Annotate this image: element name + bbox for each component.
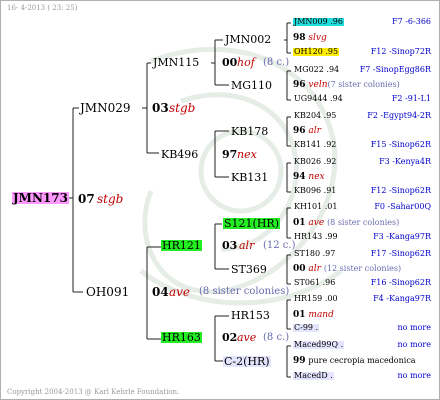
gen2-a-year: 00 <box>222 56 238 69</box>
gen3-b2-breeder: nex <box>308 172 325 182</box>
gen4-reference: F3 -Kanga97R <box>373 232 431 241</box>
dam-colony-id[interactable]: OH091 <box>86 286 129 298</box>
gen3-c1-colony-id[interactable]: S121(HR) <box>223 218 280 229</box>
gen3-c2-year: 00 <box>293 264 306 274</box>
gen3-d1-breeder: mand <box>308 310 334 320</box>
dam-year: 04 <box>152 285 169 299</box>
gen3-b2-colony-id[interactable]: KB131 <box>231 172 268 183</box>
gen2-b-colony-id[interactable]: KB496 <box>161 149 198 160</box>
gen4-reference: no more <box>397 323 431 332</box>
gen4-reference: F16 -Sinop62R <box>370 278 431 287</box>
gen4-colony-id[interactable]: KB026 .92 <box>293 158 337 166</box>
sire-colony-id[interactable]: JMN029 <box>80 102 131 114</box>
gen4-reference: F12 -Sinop62R <box>370 186 431 195</box>
gen2-d-note: (8 c.) <box>263 332 290 343</box>
dam-sister-note: (8 sister colonies) <box>199 286 290 297</box>
gen4-reference: F2 -Egypt94-2R <box>367 111 431 120</box>
root-colony-id[interactable]: JMN173 <box>12 192 69 204</box>
gen3-d2-colony-id[interactable]: C-2(HR) <box>223 356 271 367</box>
gen4-colony-id[interactable]: Maced99Q . <box>293 341 345 349</box>
gen4-colony-id[interactable]: KB141 .92 <box>293 141 337 149</box>
gen2-c-breeder: alr <box>239 239 255 252</box>
gen4-reference: F4 -Kanga97R <box>373 294 431 303</box>
gen4-reference: F3 -Kenya4R <box>379 157 431 166</box>
gen3-d1-year: 01 <box>293 310 306 320</box>
gen3-c2-breeder: alr <box>308 264 321 274</box>
gen4-colony-id[interactable]: ST061 .96 <box>293 279 336 287</box>
gen4-colony-id[interactable]: MG022 .94 <box>293 66 340 74</box>
gen3-b1-year: 96 <box>293 126 306 136</box>
gen4-reference: F7 -SinopEgg86R <box>359 65 431 74</box>
gen4-colony-id[interactable]: KB204 .95 <box>293 112 337 120</box>
gen4-colony-id[interactable]: JMN009 .96 <box>293 18 344 26</box>
gen2-a-note: (8 c.) <box>263 57 290 68</box>
gen3-c1-note: (8 sister colonies) <box>327 218 400 227</box>
gen3-c2-note: (12 sister colonies) <box>323 264 402 273</box>
gen2-c-year: 03 <box>222 239 238 252</box>
gen3-a1-breeder: slvg <box>308 33 327 43</box>
gen3-c1-breeder: ave <box>308 218 325 228</box>
gen2-d-colony-id[interactable]: HR163 <box>161 332 202 343</box>
gen4-reference: F2 -91-L1 <box>391 94 431 103</box>
gen3-a1-colony-id[interactable]: JMN002 <box>225 34 271 45</box>
gen2-c-colony-id[interactable]: HR121 <box>161 240 202 251</box>
gen3-b1-colony-id[interactable]: KB178 <box>231 126 268 137</box>
gen4-reference: F17 -Sinop62R <box>370 249 431 258</box>
gen2-b-year: 97 <box>222 148 238 161</box>
gen3-a2-colony-id[interactable]: MG110 <box>231 80 272 91</box>
gen4-colony-id[interactable]: ST180 .97 <box>293 250 336 258</box>
gen3-a2-note: (7 sister colonies) <box>327 80 400 89</box>
gen4-colony-id[interactable]: MacedD . <box>293 372 334 380</box>
gen2-d-breeder: ave <box>237 331 257 344</box>
gen4-colony-id[interactable]: OH120 .95 <box>293 48 340 56</box>
root-year: 07 <box>78 192 95 206</box>
gen4-colony-id[interactable]: HR159 .00 <box>293 295 339 303</box>
gen4-colony-id[interactable]: UG9444 .94 <box>293 95 344 103</box>
gen4-reference: F15 -Sinop62R <box>370 140 431 149</box>
gen3-d2-breeder: pure cecropia macedonica <box>308 356 416 365</box>
gen3-a2-breeder: veln <box>308 80 328 90</box>
gen2-d-year: 02 <box>222 331 238 344</box>
gen3-a2-year: 96 <box>293 80 306 90</box>
gen3-c1-year: 01 <box>293 218 306 228</box>
gen4-reference: F0 -Sahar00Q <box>374 202 431 211</box>
gen3-a1-year: 98 <box>293 33 306 43</box>
sire-breeder: stgb <box>169 101 196 115</box>
gen4-colony-id[interactable]: C-99 . <box>293 324 320 332</box>
gen4-reference: F12 -Sinop72R <box>370 47 431 56</box>
gen3-c2-colony-id[interactable]: ST369 <box>231 264 267 275</box>
gen2-a-breeder: hof <box>237 56 255 69</box>
gen2-a-colony-id[interactable]: JMN115 <box>153 57 199 68</box>
gen3-d2-year: 99 <box>293 356 306 366</box>
pedigree-frame: 16- 4-2013 ( 23: 25) Copyright 2004-2013… <box>0 0 440 400</box>
gen4-colony-id[interactable]: KB096 .91 <box>293 187 337 195</box>
gen4-reference: F7 -6-366 <box>392 17 431 26</box>
gen3-b2-year: 94 <box>293 172 306 182</box>
root-breeder: stgb <box>97 192 124 206</box>
gen4-colony-id[interactable]: HR143 .99 <box>293 233 339 241</box>
gen2-b-breeder: nex <box>237 148 257 161</box>
gen3-b1-breeder: alr <box>308 126 321 136</box>
gen2-c-note: (12 c.) <box>263 240 296 251</box>
gen4-reference: no more <box>397 340 431 349</box>
gen3-d1-colony-id[interactable]: HR153 <box>231 310 270 321</box>
gen4-reference: no more <box>397 371 431 380</box>
gen4-colony-id[interactable]: KH101 .01 <box>293 203 339 211</box>
dam-breeder: ave <box>169 285 191 299</box>
sire-year: 03 <box>152 101 169 115</box>
